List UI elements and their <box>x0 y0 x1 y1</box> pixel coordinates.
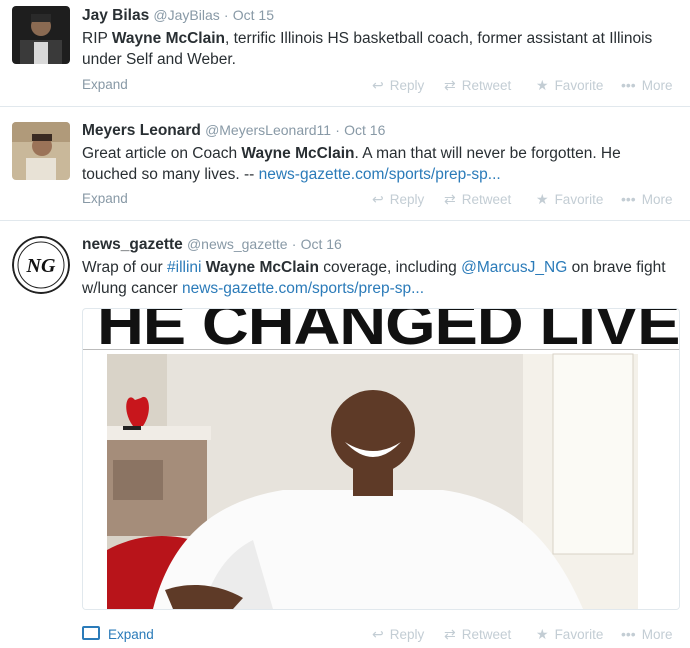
tweet-header: news_gazette @news_gazette · Oct 16 <box>82 234 680 255</box>
reply-label: Reply <box>389 192 425 207</box>
media-image[interactable]: HE CHANGED LIVES <box>82 308 680 610</box>
reply-button[interactable]: ↩ Reply <box>372 191 424 208</box>
more-button[interactable]: ••• More <box>621 191 672 207</box>
username[interactable]: @MeyersLeonard11 <box>205 122 331 138</box>
headline-text: HE CHANGED LIVES <box>97 309 679 350</box>
fullname[interactable]: Jay Bilas <box>82 7 149 24</box>
tweet-actions: Expand ↩ Reply ⇄ Retweet ★ Favorite ••• More <box>82 77 680 97</box>
more-label: More <box>641 77 673 93</box>
news-gazette-logo: NG <box>12 236 70 294</box>
favorite-button[interactable]: ★ Favorite <box>536 77 603 94</box>
separator: · <box>223 7 229 23</box>
username[interactable]: @JayBilas <box>153 7 219 23</box>
expand-link[interactable]: Expand <box>82 77 128 92</box>
star-icon: ★ <box>536 626 549 642</box>
favorite-button[interactable]: ★ Favorite <box>536 626 603 643</box>
favorite-label: Favorite <box>554 78 604 93</box>
timeline: Jay Bilas @JayBilas · Oct 15 RIP Wayne M… <box>0 0 690 648</box>
text-span: Wrap of our <box>82 259 168 276</box>
favorite-label: Favorite <box>554 627 604 642</box>
text-bold: Wayne McClain <box>241 145 355 162</box>
retweet-button[interactable]: ⇄ Retweet <box>444 77 511 94</box>
tweet-actions: Expand ↩ Reply ⇄ Retweet ★ Favorite ••• More <box>82 626 680 646</box>
avatar[interactable]: NG <box>12 236 70 294</box>
reply-icon: ↩ <box>372 191 384 207</box>
separator: · <box>335 122 340 138</box>
more-dots-icon: ••• <box>621 626 636 642</box>
reply-label: Reply <box>389 78 425 93</box>
timestamp[interactable]: Oct 15 <box>233 7 274 23</box>
logo-letters: NG <box>26 255 56 277</box>
more-button[interactable]: ••• More <box>621 77 672 93</box>
retweet-label: Retweet <box>461 192 512 207</box>
retweet-icon: ⇄ <box>444 626 456 642</box>
tweet-actions: Expand ↩ Reply ⇄ Retweet ★ Favorite ••• More <box>82 191 680 211</box>
newspaper-headline: HE CHANGED LIVES <box>83 309 679 350</box>
favorite-button[interactable]: ★ Favorite <box>536 191 603 208</box>
reply-icon: ↩ <box>372 626 384 642</box>
username[interactable]: @news_gazette <box>187 236 288 252</box>
avatar[interactable] <box>12 6 70 64</box>
url-link[interactable]: news-gazette.com/sports/prep-sp... <box>182 280 424 297</box>
more-button[interactable]: ••• More <box>621 626 672 642</box>
more-dots-icon: ••• <box>621 77 636 93</box>
text-span: RIP <box>82 30 112 47</box>
timestamp[interactable]: Oct 16 <box>344 122 385 138</box>
separator: · <box>291 236 297 252</box>
text-span: coverage, including <box>318 259 462 276</box>
fullname[interactable]: news_gazette <box>82 236 183 253</box>
photo-icon <box>82 626 100 640</box>
expand-link[interactable]: Expand <box>82 191 128 206</box>
coach-photo <box>83 350 679 609</box>
hashtag-link[interactable]: #illini <box>167 259 201 276</box>
tweet-header: Meyers Leonard @MeyersLeonard11 · Oct 16 <box>82 120 680 141</box>
text-bold: Wayne McClain <box>205 259 319 276</box>
favorite-label: Favorite <box>554 192 604 207</box>
star-icon: ★ <box>536 191 549 207</box>
text-bold: Wayne McClain <box>111 30 225 47</box>
reply-icon: ↩ <box>372 77 384 93</box>
url-link[interactable]: news-gazette.com/sports/prep-sp... <box>259 166 501 183</box>
tweet-text: Wrap of our #illini Wayne McClain covera… <box>82 257 680 299</box>
text-span: Great article on Coach <box>82 145 242 162</box>
jay-bilas-avatar-image <box>12 6 70 64</box>
tweet-header: Jay Bilas @JayBilas · Oct 15 <box>82 5 680 26</box>
expand-link[interactable]: Expand <box>82 626 154 642</box>
meyers-leonard-avatar-image <box>12 122 70 180</box>
more-dots-icon: ••• <box>621 191 636 207</box>
tweet[interactable]: NG news_gazette @news_gazette · Oct 16 W… <box>0 220 690 648</box>
fullname[interactable]: Meyers Leonard <box>82 122 201 139</box>
more-label: More <box>641 626 673 642</box>
retweet-button[interactable]: ⇄ Retweet <box>444 626 511 643</box>
retweet-icon: ⇄ <box>444 191 456 207</box>
timestamp[interactable]: Oct 16 <box>301 236 342 252</box>
expand-label: Expand <box>108 627 154 642</box>
reply-label: Reply <box>389 627 425 642</box>
star-icon: ★ <box>536 77 549 93</box>
reply-button[interactable]: ↩ Reply <box>372 626 424 643</box>
avatar[interactable] <box>12 122 70 180</box>
tweet-text: RIP Wayne McClain, terrific Illinois HS … <box>82 28 680 70</box>
more-label: More <box>641 191 673 207</box>
retweet-icon: ⇄ <box>444 77 456 93</box>
retweet-button[interactable]: ⇄ Retweet <box>444 191 511 208</box>
mention-link[interactable]: @MarcusJ_NG <box>461 259 567 276</box>
tweet[interactable]: Jay Bilas @JayBilas · Oct 15 RIP Wayne M… <box>0 0 690 107</box>
tweet-text: Great article on Coach Wayne McClain. A … <box>82 143 680 185</box>
retweet-label: Retweet <box>461 627 512 642</box>
tweet[interactable]: Meyers Leonard @MeyersLeonard11 · Oct 16… <box>0 106 690 221</box>
reply-button[interactable]: ↩ Reply <box>372 77 424 94</box>
retweet-label: Retweet <box>461 78 512 93</box>
